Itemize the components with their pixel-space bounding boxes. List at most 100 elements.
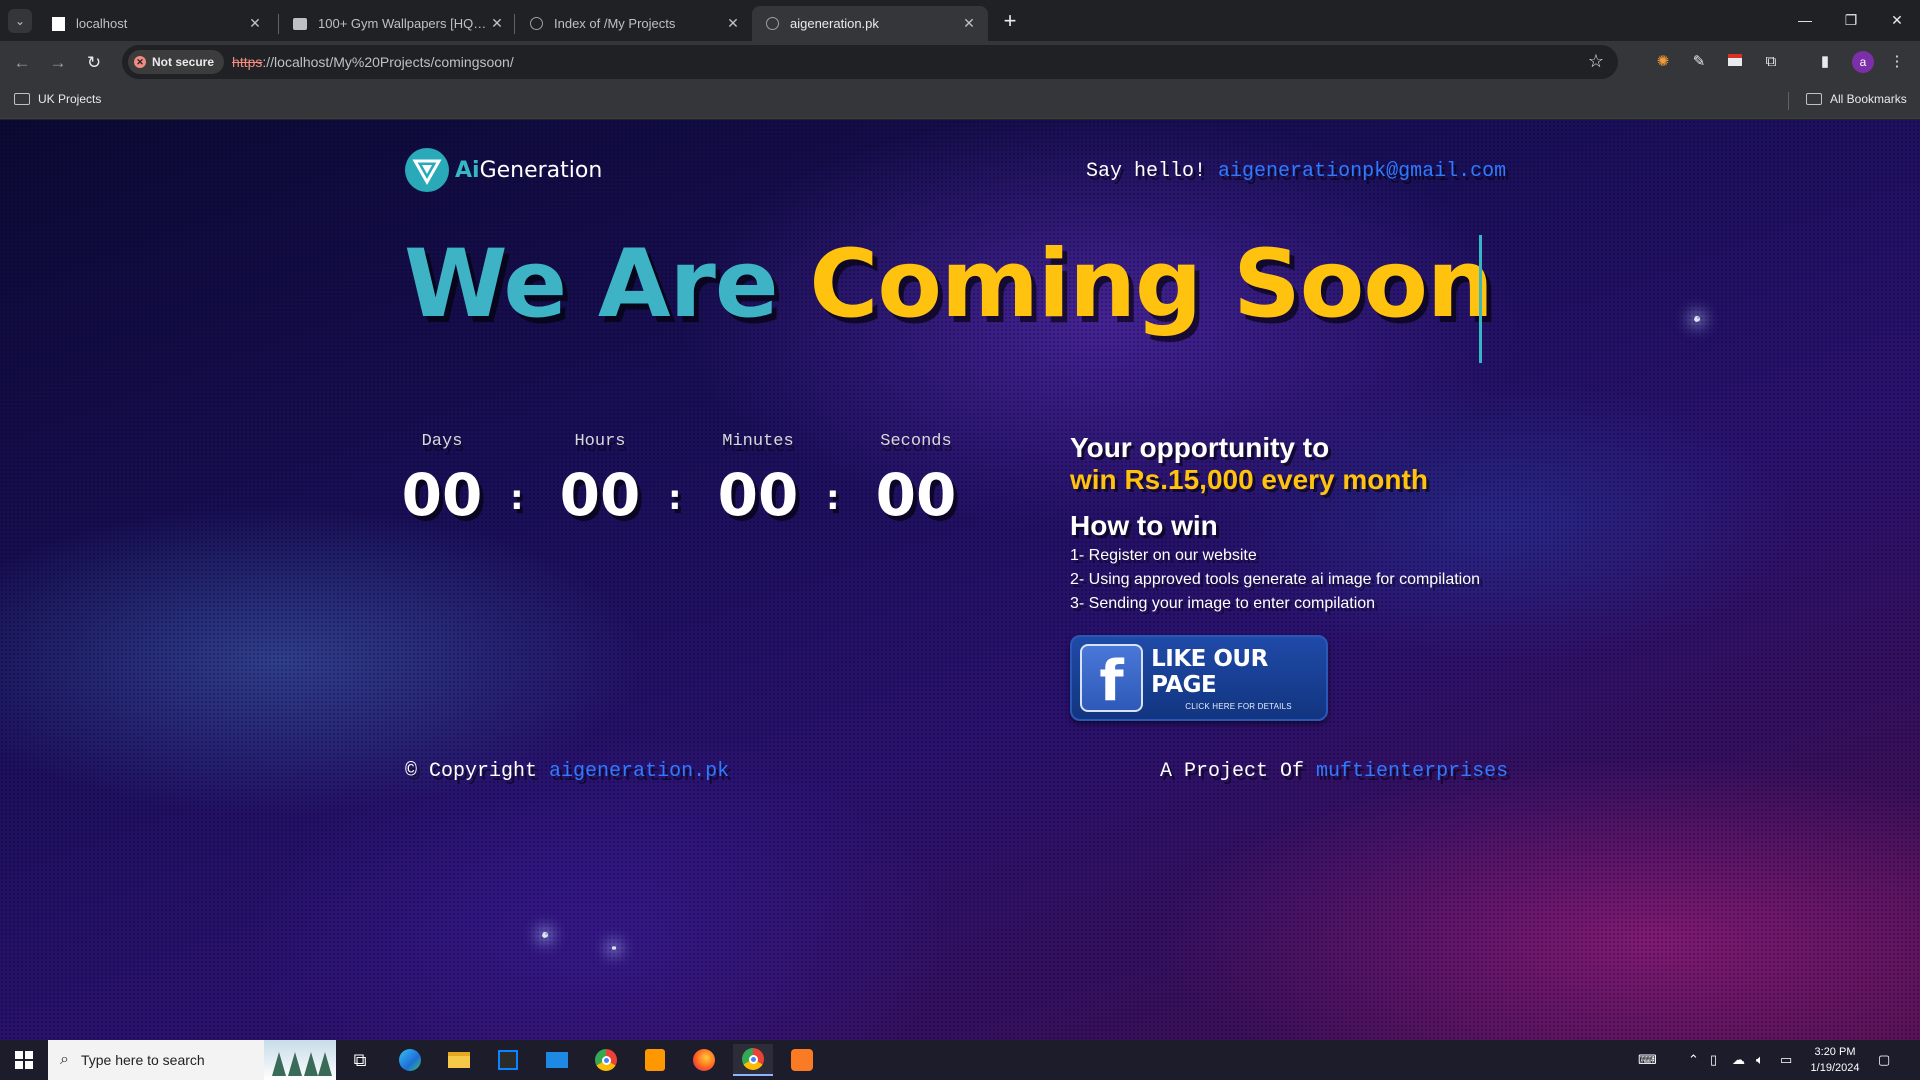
- list-item: 3- Sending your image to enter compilati…: [1070, 595, 1376, 612]
- page-viewport: AiGeneration Say hello! aigenerationpk@g…: [0, 120, 1920, 1040]
- xampp-icon[interactable]: [782, 1044, 822, 1076]
- contact-email-link[interactable]: aigenerationpk@gmail.com: [1218, 160, 1506, 183]
- reload-icon[interactable]: ↻: [80, 49, 108, 77]
- device-icon[interactable]: ▯: [1710, 1040, 1717, 1080]
- close-tab-icon[interactable]: ✕: [724, 15, 742, 32]
- countdown-label: Hours: [574, 432, 626, 451]
- folder-icon: [14, 93, 30, 105]
- facebook-icon: f: [1080, 644, 1144, 712]
- profile-avatar[interactable]: a: [1852, 51, 1874, 73]
- bookmarks-bar: UK Projects All Bookmarks: [0, 83, 1920, 119]
- page-headline: We Are Coming Soon: [404, 230, 1494, 339]
- tab-title: aigeneration.pk: [790, 16, 879, 31]
- promo-prize: win Rs.15,000 every month: [1070, 464, 1428, 495]
- chrome-profile-icon[interactable]: [733, 1044, 773, 1076]
- tab-localhost[interactable]: localhost ✕: [38, 6, 274, 41]
- notifications-icon[interactable]: ▢: [1878, 1040, 1890, 1080]
- search-placeholder: Type here to search: [80, 1052, 205, 1068]
- how-to-win-steps: 1- Register on our website 2- Using appr…: [1070, 544, 1530, 616]
- how-to-win-title: How to win: [1070, 510, 1218, 541]
- search-highlight-image: [264, 1040, 336, 1080]
- new-tab-button[interactable]: +: [996, 8, 1024, 36]
- close-tab-icon[interactable]: ✕: [488, 15, 506, 32]
- facebook-button-text: LIKE OUR PAGE CLICK HERE FOR DETAILS: [1151, 646, 1326, 711]
- restore-icon[interactable]: ❐: [1828, 0, 1874, 40]
- logo-triangle-icon: [405, 148, 449, 192]
- security-label: Not secure: [152, 55, 215, 69]
- chrome-icon[interactable]: [586, 1044, 626, 1076]
- globe-icon: [764, 16, 780, 32]
- facebook-like-button[interactable]: f LIKE OUR PAGE CLICK HERE FOR DETAILS: [1070, 635, 1328, 721]
- microsoft-store-icon[interactable]: [488, 1044, 528, 1076]
- browser-toolbar: ← → ↻ ✕ Not secure https://localhost/My%…: [0, 41, 1920, 83]
- url-path: ://localhost/My%20Projects/comingsoon/: [262, 54, 514, 70]
- background-star: [1694, 316, 1700, 322]
- clock-time: 3:20 PM: [1814, 1046, 1856, 1058]
- mail-icon[interactable]: [537, 1044, 577, 1076]
- site-logo[interactable]: AiGeneration: [405, 148, 602, 192]
- tab-title: Index of /My Projects: [554, 16, 676, 31]
- pen-extension-icon[interactable]: ✎: [1688, 51, 1710, 73]
- countdown-minutes: Minutes 00: [708, 432, 808, 529]
- windows-start-icon[interactable]: [0, 1040, 48, 1080]
- close-tab-icon[interactable]: ✕: [246, 15, 264, 32]
- show-hidden-icons-icon[interactable]: ⌃: [1688, 1040, 1699, 1080]
- minimize-icon[interactable]: —: [1782, 0, 1828, 40]
- forward-arrow-icon[interactable]: →: [44, 49, 72, 77]
- close-window-icon[interactable]: ✕: [1874, 0, 1920, 40]
- logo-rest: Generation: [479, 157, 603, 183]
- clock-date: 1/19/2024: [1810, 1062, 1860, 1074]
- taskbar-search-input[interactable]: ⌕ Type here to search: [48, 1040, 336, 1080]
- puzzle-extensions-icon[interactable]: ⧉: [1760, 51, 1782, 73]
- tab-divider: [514, 14, 515, 34]
- copyright: © Copyright aigeneration.pk: [405, 760, 729, 783]
- promo-heading: Your opportunity to: [1070, 432, 1330, 463]
- countdown-value: 00: [875, 461, 957, 529]
- search-icon: ⌕: [60, 1051, 69, 1068]
- security-indicator[interactable]: ✕ Not secure: [128, 50, 225, 74]
- network-icon[interactable]: ▭: [1780, 1040, 1792, 1080]
- logo-accent: Ai: [455, 157, 480, 183]
- sublime-text-icon[interactable]: [635, 1044, 675, 1076]
- countdown-value: 00: [401, 461, 483, 529]
- countdown-separator: :: [668, 478, 682, 518]
- tab-divider: [278, 14, 279, 34]
- project-credit-link[interactable]: muftienterprises: [1316, 760, 1508, 783]
- extension-orange-icon[interactable]: ✺: [1652, 51, 1674, 73]
- onedrive-icon[interactable]: ☁: [1732, 1040, 1745, 1080]
- countdown-timer: Days 00 : Hours 00 : Minutes 00 : Second…: [402, 432, 984, 562]
- countdown-seconds: Seconds 00: [866, 432, 966, 529]
- typing-cursor: [1479, 235, 1482, 363]
- tab-gym-wallpapers[interactable]: 100+ Gym Wallpapers [HQ] | Dr ✕: [280, 6, 516, 41]
- firefox-icon[interactable]: [684, 1044, 724, 1076]
- bookmark-folder-uk-projects[interactable]: UK Projects: [14, 92, 101, 106]
- copyright-link[interactable]: aigeneration.pk: [549, 760, 729, 783]
- countdown-label: Minutes: [722, 432, 794, 451]
- tab-search-button[interactable]: ⌄: [8, 9, 32, 33]
- url-text[interactable]: https://localhost/My%20Projects/comingso…: [232, 54, 514, 70]
- task-view-icon[interactable]: ⧉: [340, 1044, 380, 1076]
- tab-aigeneration[interactable]: aigeneration.pk ✕: [752, 6, 988, 41]
- system-clock[interactable]: 3:20 PM 1/19/2024: [1800, 1044, 1870, 1076]
- close-tab-icon[interactable]: ✕: [960, 15, 978, 32]
- site-favicon-icon: [292, 16, 308, 32]
- side-panel-icon[interactable]: ▮: [1814, 51, 1836, 73]
- file-explorer-icon[interactable]: [439, 1044, 479, 1076]
- say-hello: Say hello! aigenerationpk@gmail.com: [1086, 160, 1506, 183]
- warning-icon: ✕: [134, 56, 146, 68]
- tab-index-my-projects[interactable]: Index of /My Projects ✕: [516, 6, 752, 41]
- globe-icon: [528, 16, 544, 32]
- project-credit: A Project Of muftienterprises: [1160, 760, 1508, 783]
- keyboard-icon[interactable]: ⌨: [1638, 1040, 1657, 1080]
- more-menu-icon[interactable]: ⋮: [1886, 51, 1908, 73]
- all-bookmarks-button[interactable]: All Bookmarks: [1806, 92, 1907, 106]
- edge-browser-icon[interactable]: [390, 1044, 430, 1076]
- extension-red-icon[interactable]: [1724, 51, 1746, 73]
- bookmark-star-icon[interactable]: ☆: [1588, 51, 1604, 72]
- countdown-label: Seconds: [880, 432, 952, 451]
- address-bar[interactable]: ✕ Not secure https://localhost/My%20Proj…: [122, 45, 1618, 79]
- tab-title: localhost: [76, 16, 128, 31]
- countdown-days: Days 00: [392, 432, 492, 529]
- volume-icon[interactable]: 🔈︎: [1756, 1040, 1764, 1080]
- back-arrow-icon[interactable]: ←: [8, 49, 36, 77]
